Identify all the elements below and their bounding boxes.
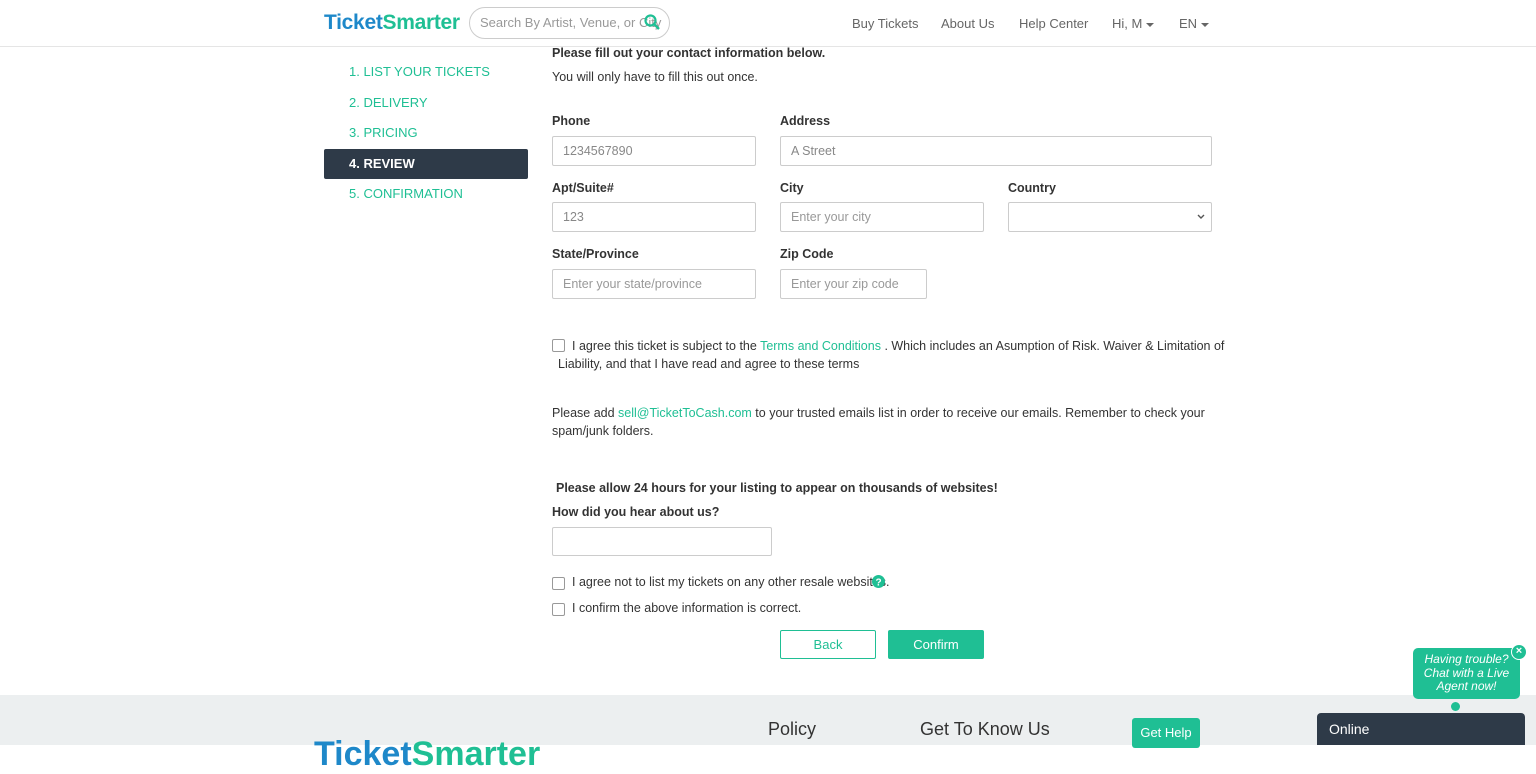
terms-link[interactable]: Terms and Conditions bbox=[760, 339, 881, 353]
confirm-info-text: I confirm the above information is corre… bbox=[572, 601, 802, 615]
get-help-button[interactable]: Get Help bbox=[1132, 718, 1200, 748]
step-list-tickets[interactable]: 1. LIST YOUR TICKETS bbox=[324, 57, 528, 88]
phone-field[interactable]: 1234567890 bbox=[552, 136, 756, 166]
email-note-line2: spam/junk folders. bbox=[552, 424, 654, 438]
zip-label: Zip Code bbox=[780, 247, 834, 261]
terms-text: I agree this ticket is subject to the Te… bbox=[572, 339, 1225, 353]
zip-field[interactable]: Enter your zip code bbox=[780, 269, 927, 299]
chat-widget[interactable]: Online bbox=[1317, 713, 1525, 745]
search-input[interactable]: Search By Artist, Venue, or City bbox=[469, 7, 670, 39]
state-label: State/Province bbox=[552, 247, 639, 261]
nav-buy-tickets[interactable]: Buy Tickets bbox=[852, 16, 918, 31]
logo[interactable]: TicketSmarter bbox=[324, 11, 460, 35]
city-field[interactable]: Enter your city bbox=[780, 202, 984, 232]
country-select[interactable] bbox=[1008, 202, 1212, 232]
header: TicketSmarter Search By Artist, Venue, o… bbox=[0, 0, 1536, 47]
confirm-info-checkbox[interactable] bbox=[552, 603, 565, 616]
email-note: Please add sell@TicketToCash.com to your… bbox=[552, 406, 1205, 420]
language-menu[interactable]: EN bbox=[1179, 16, 1210, 31]
user-menu[interactable]: Hi, M bbox=[1112, 16, 1155, 31]
steps-sidebar: 1. LIST YOUR TICKETS 2. DELIVERY 3. PRIC… bbox=[324, 57, 528, 210]
terms-checkbox[interactable] bbox=[552, 339, 565, 352]
footer-logo[interactable]: TicketSmarter bbox=[314, 735, 540, 774]
hear-label: How did you hear about us? bbox=[552, 505, 720, 519]
city-label: City bbox=[780, 181, 804, 195]
hear-field[interactable] bbox=[552, 527, 772, 556]
step-delivery[interactable]: 2. DELIVERY bbox=[324, 88, 528, 119]
resale-text: I agree not to list my tickets on any ot… bbox=[572, 575, 890, 589]
intro-text: You will only have to fill this out once… bbox=[552, 70, 758, 84]
apt-label: Apt/Suite# bbox=[552, 181, 614, 195]
caret-down-icon bbox=[1201, 22, 1210, 27]
state-field[interactable]: Enter your state/province bbox=[552, 269, 756, 299]
close-icon[interactable]: × bbox=[1511, 644, 1527, 660]
email-link[interactable]: sell@TicketToCash.com bbox=[618, 406, 752, 420]
back-button[interactable]: Back bbox=[780, 630, 876, 659]
svg-text:?: ? bbox=[875, 578, 881, 589]
step-pricing[interactable]: 3. PRICING bbox=[324, 118, 528, 149]
phone-label: Phone bbox=[552, 114, 591, 128]
footer: TicketSmarter Policy Get To Know Us Get … bbox=[0, 695, 1536, 773]
step-confirmation[interactable]: 5. CONFIRMATION bbox=[324, 179, 528, 210]
chevron-down-icon bbox=[1197, 214, 1205, 219]
address-field[interactable]: A Street bbox=[780, 136, 1212, 166]
step-review[interactable]: 4. REVIEW bbox=[324, 148, 528, 179]
footer-policy-heading: Policy bbox=[768, 719, 817, 739]
chat-dot-icon bbox=[1451, 702, 1460, 711]
footer-get-to-know-heading: Get To Know Us bbox=[920, 719, 1050, 739]
resale-checkbox[interactable] bbox=[552, 577, 565, 590]
apt-field[interactable]: 123 bbox=[552, 202, 756, 232]
help-icon[interactable]: ? bbox=[872, 575, 885, 588]
intro-heading: Please fill out your contact information… bbox=[552, 46, 826, 60]
terms-text-line2: Liability, and that I have read and agre… bbox=[558, 357, 860, 371]
chat-prompt-bubble[interactable]: Having trouble? Chat with a Live Agent n… bbox=[1413, 648, 1520, 699]
caret-down-icon bbox=[1146, 22, 1155, 27]
country-label: Country bbox=[1008, 181, 1056, 195]
confirm-button[interactable]: Confirm bbox=[888, 630, 984, 659]
nav-about-us[interactable]: About Us bbox=[941, 16, 994, 31]
allow-note: Please allow 24 hours for your listing t… bbox=[556, 481, 998, 495]
search-icon[interactable] bbox=[644, 14, 660, 30]
address-label: Address bbox=[780, 114, 831, 128]
nav-help-center[interactable]: Help Center bbox=[1019, 16, 1088, 31]
